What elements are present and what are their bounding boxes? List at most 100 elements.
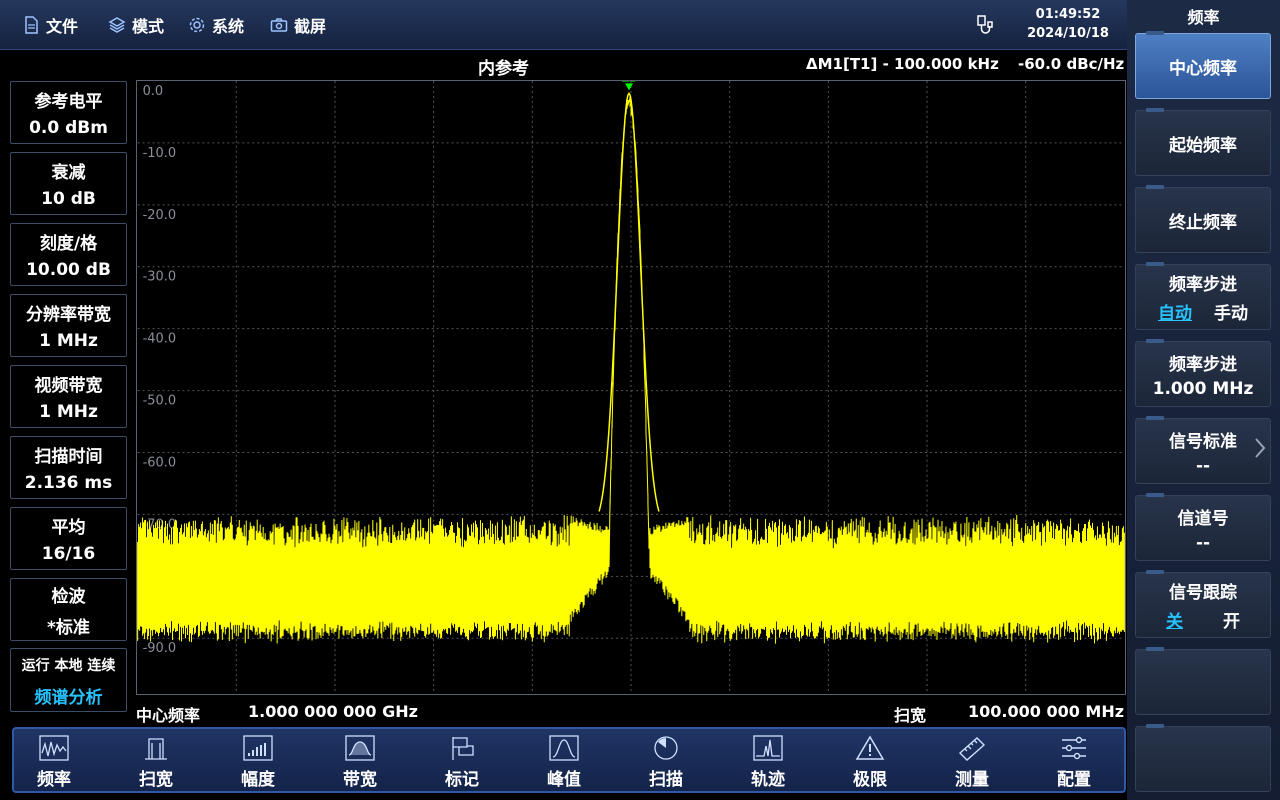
func-label: 带宽 [343,770,377,790]
param-label: 参考电平 [34,92,103,112]
param-rbw[interactable]: 分辨率带宽 1 MHz [10,294,127,357]
softkey-tab [1146,647,1164,651]
param-scale-div[interactable]: 刻度/格 10.00 dB [10,223,127,286]
softkey-panel: 频率 中心频率 起始频率 终止频率 频率步进 自动 手动 频率步进 1.000 … [1127,0,1280,800]
center-freq-value: 1.000 000 000 GHz [248,702,418,721]
softkey-channel-number[interactable]: 信道号 -- [1135,493,1271,561]
marker-readout: ΔM1[T1] - 100.000 kHz [806,55,999,73]
y-tick-label: -20.0 [143,208,176,223]
func-label: 轨迹 [751,770,785,790]
amplitude-icon [243,735,273,761]
measure-icon [958,737,986,761]
softkey-label: 终止频率 [1169,212,1237,233]
param-label: 检波 [51,586,86,607]
file-icon [25,16,38,34]
param-average[interactable]: 平均 16/16 [10,507,127,570]
softkey-label: 中心频率 [1169,58,1237,79]
frequency-icon [39,735,69,761]
func-label: 极限 [853,770,887,790]
func-label: 扫宽 [139,770,173,790]
option-auto[interactable]: 自动 [1158,299,1192,324]
spectrum-plot[interactable]: 0.0-10.0-20.0-30.0-40.0-50.0-60.0-70.0-8… [136,80,1126,695]
func-bandwidth[interactable]: 带宽 [320,733,400,791]
func-label: 扫描 [649,770,683,790]
param-vbw[interactable]: 视频带宽 1 MHz [10,365,127,428]
peak-icon [549,735,579,761]
trace-icon [753,735,783,761]
param-attenuation[interactable]: 衰减 10 dB [10,152,127,215]
menu-file[interactable]: 文件 [22,13,78,37]
softkey-tab [1146,262,1164,266]
param-sweep-time[interactable]: 扫描时间 2.136 ms [10,436,127,499]
softkey-label: 起始频率 [1169,135,1237,156]
func-marker[interactable]: 标记 [422,733,502,791]
option-off[interactable]: 关 [1166,607,1183,632]
softkey-tab [1146,570,1164,574]
menu-screenshot[interactable]: 截屏 [270,13,326,37]
softkey-freq-step-value[interactable]: 频率步进 1.000 MHz [1135,339,1271,407]
softkey-options: 自动 手动 [1158,299,1248,324]
func-measure[interactable]: 测量 [932,733,1012,791]
softkey-signal-standard[interactable]: 信号标准 -- [1135,416,1271,484]
run-status: 运行 本地 连续 [21,658,116,674]
option-manual[interactable]: 手动 [1214,299,1248,324]
softkey-label: 信号跟踪 [1169,583,1237,603]
func-amplitude[interactable]: 幅度 [218,733,298,791]
sweep-icon [654,736,678,760]
marker-triangle [625,83,634,91]
softkey-label: 信道号 [1177,508,1229,529]
softkey-label: 频率步进 [1169,275,1237,295]
menu-mode[interactable]: 模式 [108,13,164,37]
y-tick-label: -90.0 [143,641,176,656]
y-tick-label: -30.0 [143,270,176,285]
config-icon [1062,736,1086,760]
chevron-right-icon [1255,438,1266,458]
param-label: 扫描时间 [34,447,103,467]
param-label: 平均 [51,518,86,538]
param-value: 1 MHz [39,402,98,422]
menu-file-label: 文件 [46,17,79,36]
menu-system[interactable]: 系统 [188,13,244,37]
func-label: 幅度 [241,770,275,790]
y-tick-label: 0.0 [143,84,164,99]
top-menu-bar: 文件 模式 系统 截屏 01:49:52 2024/10/18 [0,0,1127,50]
softkey-options: 关 开 [1166,607,1240,632]
analysis-mode[interactable]: 频谱分析 [11,683,126,708]
param-ref-level[interactable]: 参考电平 0.0 dBm [10,81,127,144]
span-icon [145,738,167,760]
marker-label: Δ1 [622,80,636,84]
softkey-tab [1146,724,1164,728]
menu-system-label: 系统 [212,17,245,36]
softkey-signal-tracking[interactable]: 信号跟踪 关 开 [1135,570,1271,638]
layers-icon [108,17,126,33]
softkey-empty-2[interactable] [1135,724,1271,792]
camera-icon [270,18,288,32]
softkey-freq-step-mode[interactable]: 频率步进 自动 手动 [1135,262,1271,330]
clock: 01:49:52 2024/10/18 [1010,5,1126,43]
param-detector[interactable]: 检波 *标准 [10,578,127,641]
menu-mode-label: 模式 [132,17,165,36]
softkey-stop-freq[interactable]: 终止频率 [1135,185,1271,253]
softkey-center-freq[interactable]: 中心频率 [1135,31,1271,99]
softkey-start-freq[interactable]: 起始频率 [1135,108,1271,176]
func-sweep[interactable]: 扫描 [626,733,706,791]
func-limit[interactable]: 极限 [830,733,910,791]
softkey-value: 1.000 MHz [1152,378,1254,399]
peak-curve [598,91,660,512]
func-config[interactable]: 配置 [1034,733,1114,791]
func-peak[interactable]: 峰值 [524,733,604,791]
func-trace[interactable]: 轨迹 [728,733,808,791]
bandwidth-icon [345,735,375,761]
func-span[interactable]: 扫宽 [116,733,196,791]
func-frequency[interactable]: 频率 [14,733,94,791]
param-value: 10.00 dB [26,260,111,280]
func-label: 配置 [1057,770,1091,790]
softkey-empty-1[interactable] [1135,647,1271,715]
marker-level: -60.0 dBc/Hz [1018,55,1125,73]
option-on[interactable]: 开 [1223,607,1240,632]
span-value: 100.000 000 MHz [968,702,1125,721]
marker-icon [452,737,474,760]
param-value: *标准 [47,617,90,638]
softkey-value: -- [1195,532,1211,553]
function-bar: 频率 扫宽 幅度 带宽 标记 峰值 扫描 轨迹 极限 测量 配置 [12,727,1126,793]
